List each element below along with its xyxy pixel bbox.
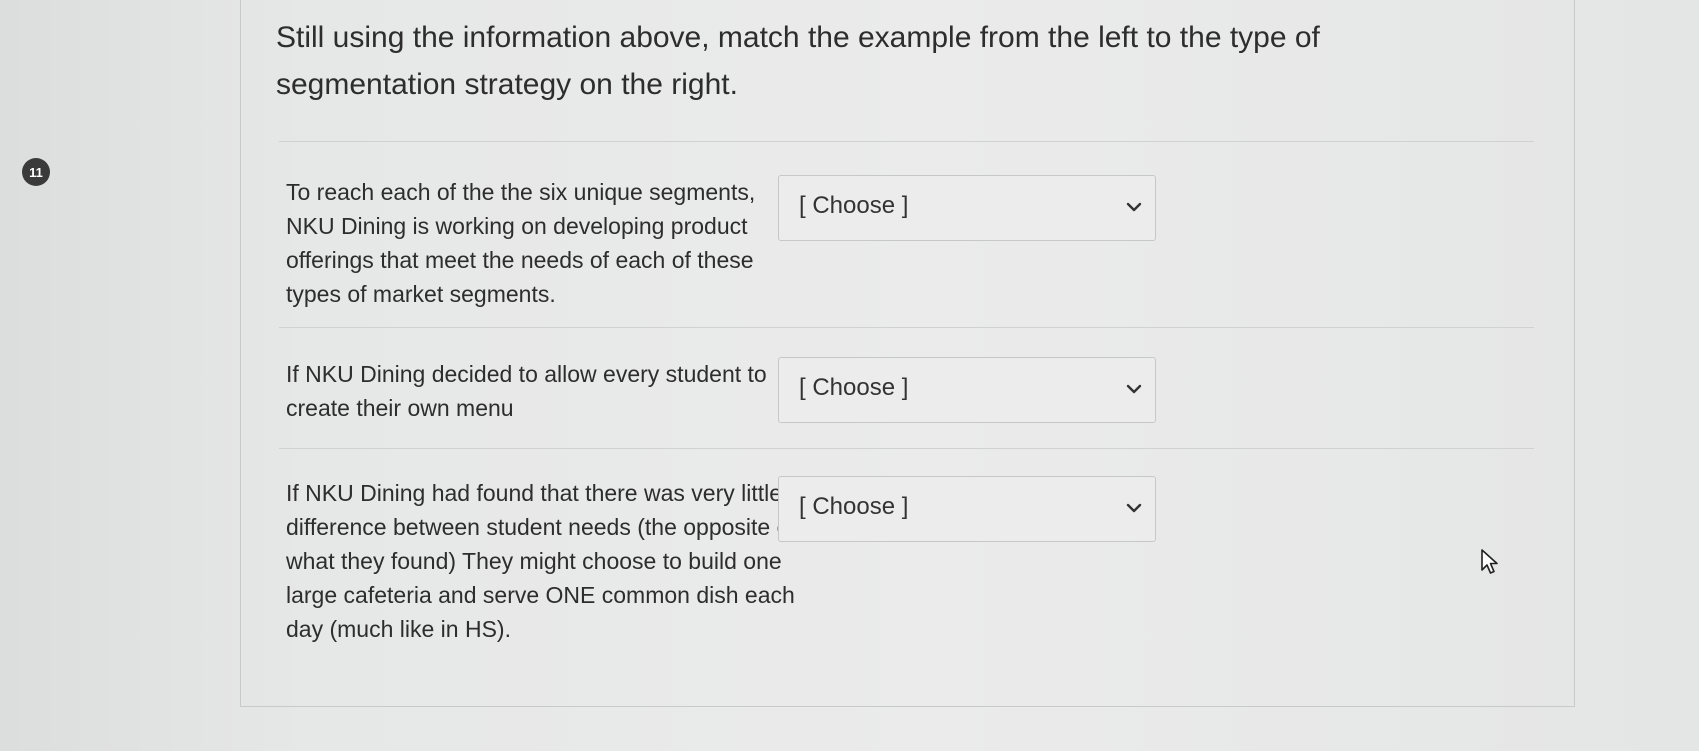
example-text-3: If NKU Dining had found that there was v… [286,480,796,642]
select-value: [ Choose ] [799,192,909,219]
select-value: [ Choose ] [799,493,909,520]
segmentation-select-2[interactable]: [ Choose ] [778,357,1156,423]
chevron-down-icon [1126,384,1142,394]
segmentation-select-1[interactable]: [ Choose ] [778,175,1156,241]
select-value: [ Choose ] [799,374,909,401]
question-card: Still using the information above, match… [240,0,1575,707]
chevron-down-icon [1126,202,1142,212]
example-text-1: To reach each of the the six unique segm… [286,179,756,307]
chevron-down-icon [1126,503,1142,513]
divider [279,141,1534,142]
question-number-badge: 11 [22,158,50,186]
mouse-cursor-icon [1481,549,1498,574]
divider [279,448,1534,449]
segmentation-select-3[interactable]: [ Choose ] [778,476,1156,542]
divider [279,327,1534,328]
question-prompt: Still using the information above, match… [276,21,1320,101]
example-text-2: If NKU Dining decided to allow every stu… [286,361,767,421]
quiz-page: 11 Still using the information above, ma… [0,0,1699,751]
